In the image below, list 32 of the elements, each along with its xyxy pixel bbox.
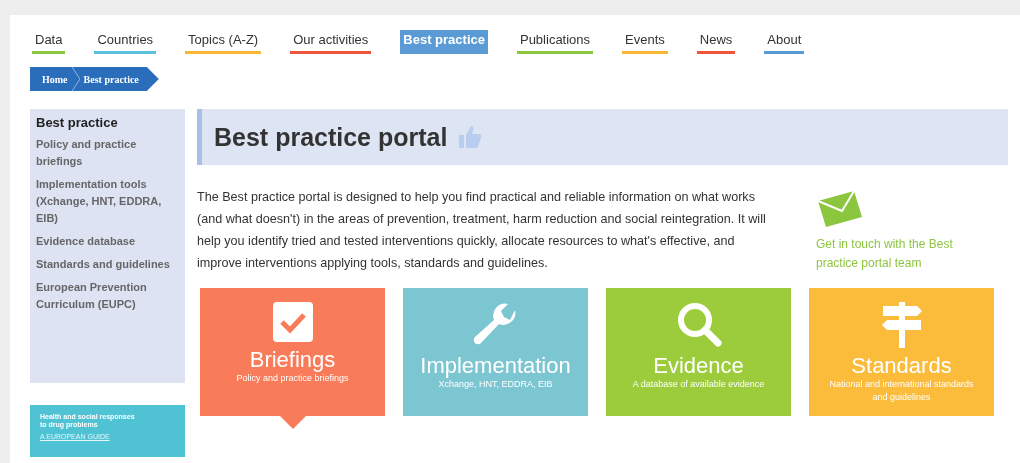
tile-subtitle: Xchange, HNT, EDDRA, EIB xyxy=(437,378,554,391)
breadcrumb-link[interactable]: Home xyxy=(38,73,72,85)
breadcrumb-link[interactable]: Best practice xyxy=(79,73,143,85)
page-title: Best practice portal xyxy=(214,122,448,152)
tile-subtitle: Policy and practice briefings xyxy=(235,372,350,385)
nav-link[interactable]: About xyxy=(764,30,805,54)
tile-subtitle: National and international standards and guidelines xyxy=(828,378,975,404)
tile-title: Evidence xyxy=(653,354,744,378)
nav-link[interactable]: Events xyxy=(622,30,668,54)
nav-link[interactable]: Best practice xyxy=(400,30,488,54)
chevron-icon xyxy=(71,67,80,91)
nav-link[interactable]: Topics (A-Z) xyxy=(185,30,262,54)
envelope-icon xyxy=(816,189,864,229)
tile-title: Implementation xyxy=(420,354,571,378)
intro-paragraph: The Best practice portal is designed to help you find practical and reliable information on what works (and what doesn't) in the areas of prevention, treatment, harm reduction and social reintegration. It will help you identify tried and tested interventions quickly, allocate resources to what's effective, and improve interventions applying tools, standards and guidelines. xyxy=(197,189,767,272)
nav-link[interactable]: Countries xyxy=(94,30,157,54)
nav-link[interactable]: Our activities xyxy=(290,30,372,54)
checkbox-icon xyxy=(270,300,315,344)
sidebar-item[interactable]: Evidence database xyxy=(36,233,179,250)
category-tile[interactable]: Briefings Policy and practice briefings xyxy=(200,288,385,416)
sidebar-item[interactable]: Standards and guidelines xyxy=(36,256,179,273)
thumbs-up-icon xyxy=(457,124,484,150)
nav-link[interactable]: Publications xyxy=(516,30,594,54)
sidebar-heading: Best practice xyxy=(36,115,119,130)
tile-subtitle: A database of available evidence xyxy=(631,378,766,391)
nav-link[interactable]: Data xyxy=(32,30,66,54)
nav-link[interactable]: News xyxy=(696,30,736,54)
tile-title: Standards xyxy=(851,354,952,378)
sidebar-item[interactable]: Policy and practice briefings xyxy=(36,136,179,170)
tile-title: Briefings xyxy=(249,348,336,372)
sidebar-item[interactable]: European Prevention Curriculum (EUPC) xyxy=(36,279,179,313)
sidebar-item[interactable]: Implementation tools (Xchange, HNT, EDDRA, EIB) xyxy=(36,176,179,227)
